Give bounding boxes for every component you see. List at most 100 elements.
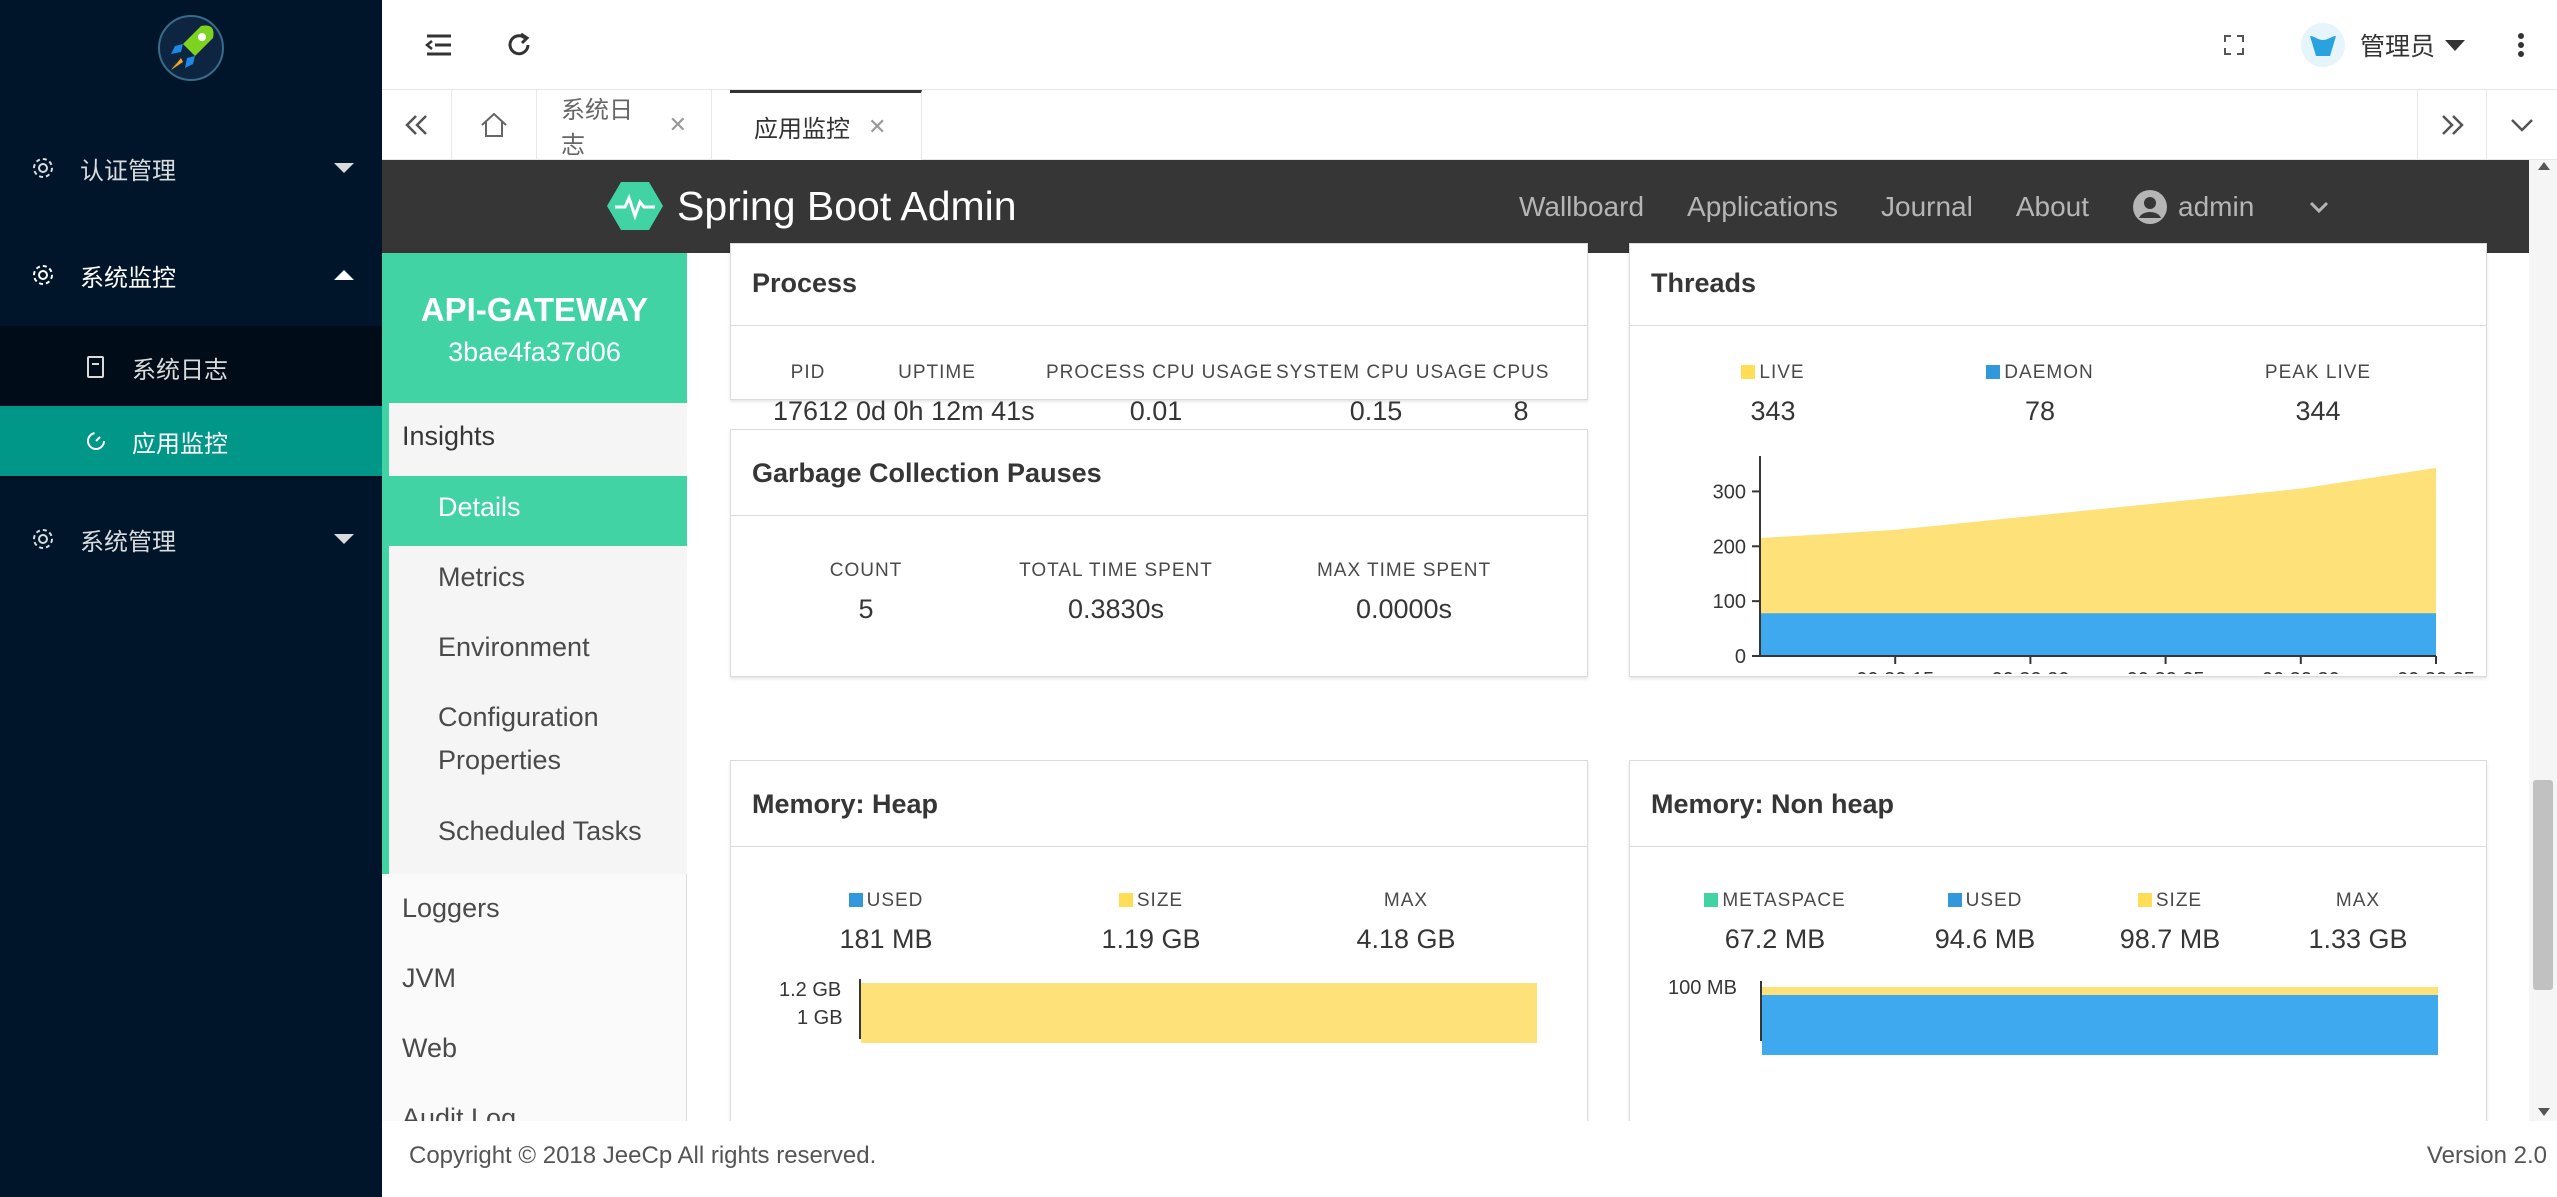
submenu-monitor: 系统日志 应用监控: [0, 326, 382, 478]
y-tick-label: 100: [1713, 591, 1746, 613]
sba-brand[interactable]: Spring Boot Admin: [607, 180, 1017, 232]
sba-user-menu[interactable]: admin: [2132, 189, 2329, 225]
x-tick-label: 00:32:15: [1856, 669, 1934, 674]
refresh-icon[interactable]: [502, 28, 536, 62]
sidebar-item-appmonitor[interactable]: 应用监控: [0, 406, 382, 476]
stat-gc-count: COUNT 5: [829, 560, 903, 624]
tabs-scroll-left-icon[interactable]: [382, 90, 452, 160]
nav-applications[interactable]: Applications: [1687, 191, 1838, 223]
home-icon[interactable]: [452, 90, 537, 160]
nav-wallboard[interactable]: Wallboard: [1519, 191, 1644, 223]
scrollbar[interactable]: [2529, 160, 2557, 1121]
user-avatar-icon: [2301, 23, 2345, 67]
stat-heap-size: SIZE 1.19 GB: [1101, 890, 1201, 954]
tab-bar: 系统日志 ✕ 应用监控 ✕: [382, 90, 2557, 160]
threads-card: Threads LIVE 343 DAEMON 78 PEAK LIVE 344 0 1…: [1629, 243, 2487, 677]
card-title: Memory: Non heap: [1630, 761, 2486, 847]
app: 认证管理 系统监控 系统日志 应用监控 系统管理 管理员 系统日志 ✕ 应用监控…: [0, 0, 2557, 1197]
sidebar-item-label: 系统日志: [132, 356, 228, 384]
user-name: 管理员: [2360, 33, 2436, 61]
stat-metaspace: METASPACE 67.2 MB: [1700, 890, 1850, 955]
sba-sidebar: API-GATEWAY 3bae4fa37d06 Insights Detail…: [382, 253, 687, 1121]
gear-icon: [30, 526, 56, 552]
stat-cpus: CPUS 8: [1492, 362, 1550, 426]
sidebar-item-loggers[interactable]: Loggers: [402, 893, 707, 924]
series-area-daemon: [1760, 613, 2436, 656]
stat-process-cpu: PROCESS CPU USAGE 0.01: [1046, 362, 1274, 426]
threads-area-chart: 0 100 200 300 00:32:15 00:32:20 00:32:25 00:32:…: [1713, 456, 2475, 674]
sba-frame: Spring Boot Admin Wallboard Applications…: [382, 160, 2529, 1121]
file-icon: [84, 355, 108, 379]
card-title: Garbage Collection Pauses: [731, 430, 1587, 516]
close-icon[interactable]: ✕: [669, 112, 687, 138]
nav-journal[interactable]: Journal: [1881, 191, 1973, 223]
version: Version 2.0: [2426, 1142, 2547, 1169]
caret-up-icon: [334, 270, 354, 280]
instance-header: API-GATEWAY 3bae4fa37d06: [382, 253, 687, 403]
nonheap-card: Memory: Non heap METASPACE 67.2 MB USED 94…: [1629, 760, 2487, 1121]
sidebar-item-label: 应用监控: [132, 430, 228, 458]
menu-item-monitor[interactable]: 系统监控: [0, 232, 382, 318]
user-menu[interactable]: 管理员: [2300, 22, 2466, 68]
sba-navbar: Spring Boot Admin Wallboard Applications…: [382, 160, 2529, 253]
scroll-up-icon[interactable]: [2538, 162, 2550, 170]
tabs-scroll-right-icon[interactable]: [2417, 90, 2487, 160]
heap-card: Memory: Heap USED 181 MB SIZE 1.19 GB MAX 4…: [730, 760, 1588, 1121]
tabs-dropdown-icon[interactable]: [2487, 90, 2557, 160]
app-name: API-GATEWAY: [420, 291, 649, 328]
menu-item-label: 认证管理: [80, 157, 176, 185]
sba-title: Spring Boot Admin: [677, 182, 1017, 229]
rocket-logo-icon[interactable]: [155, 12, 227, 84]
sidebar-item-audit[interactable]: Audit Log: [402, 1103, 707, 1121]
heap-ytick: 1.2 GB: [779, 979, 842, 1001]
dashboard-icon: [84, 429, 108, 453]
menu-item-auth[interactable]: 认证管理: [0, 125, 382, 211]
stat-gc-total: TOTAL TIME SPENT 0.3830s: [1019, 560, 1213, 624]
x-tick-label: 00:32:35: [2397, 669, 2475, 674]
sidebar-item-jvm[interactable]: JVM: [402, 963, 707, 994]
stat-nonheap-max: MAX 1.33 GB: [2308, 890, 2408, 954]
sidebar: 认证管理 系统监控 系统日志 应用监控 系统管理: [0, 0, 382, 1197]
x-tick-label: 00:32:30: [2262, 669, 2340, 674]
sba-logo-icon: [607, 182, 663, 230]
stat-heap-max: MAX 4.18 GB: [1356, 890, 1456, 954]
caret-down-icon: [334, 534, 354, 544]
instance-id: 3bae4fa37d06: [448, 337, 621, 367]
tab-label: 系统日志: [561, 97, 633, 159]
sidebar-item-insights[interactable]: Insights: [402, 421, 707, 452]
sidebar-item-syslog[interactable]: 系统日志: [0, 332, 382, 402]
heap-size-area: [861, 983, 1537, 1043]
heap-ytick2: 1 GB: [797, 1007, 843, 1029]
close-icon[interactable]: ✕: [868, 114, 886, 140]
stat-nonheap-size: SIZE 98.7 MB: [2119, 890, 2221, 954]
footer: Copyright © 2018 JeeCp All rights reserv…: [382, 1121, 2557, 1197]
menu-item-system[interactable]: 系统管理: [0, 496, 382, 582]
gear-icon: [30, 262, 56, 288]
process-card: Process PID 17612 UPTIME 0d 0h 12m 41s PRO…: [730, 243, 1588, 426]
y-tick-label: 300: [1713, 481, 1746, 503]
details-main: Process PID 17612 UPTIME 0d 0h 12m 41s PRO…: [687, 243, 2529, 1121]
stat-uptime: UPTIME 0d 0h 12m 41s: [856, 362, 1035, 426]
stat-gc-max: MAX TIME SPENT 0.0000s: [1316, 560, 1492, 624]
fullscreen-icon[interactable]: [2217, 28, 2251, 62]
chevron-down-icon: [2310, 201, 2329, 213]
menu-item-label: 系统管理: [80, 528, 176, 556]
scroll-down-icon[interactable]: [2538, 1108, 2550, 1116]
caret-down-icon: [334, 163, 354, 173]
tab-appmonitor[interactable]: 应用监控 ✕: [730, 90, 922, 160]
menu-item-label: 系统监控: [80, 264, 176, 292]
gc-card: Garbage Collection Pauses COUNT 5 TOTAL T…: [730, 429, 1588, 677]
tab-label: 应用监控: [754, 116, 850, 143]
tab-syslog[interactable]: 系统日志 ✕: [537, 90, 712, 160]
stat-system-cpu: SYSTEM CPU USAGE 0.15: [1276, 362, 1488, 426]
scrollbar-thumb[interactable]: [2533, 780, 2553, 990]
x-tick-label: 00:32:20: [1991, 669, 2069, 674]
menu-fold-icon[interactable]: [422, 28, 456, 62]
stat-threads-peak: PEAK LIVE 344: [2264, 362, 2372, 426]
sidebar-item-web[interactable]: Web: [402, 1033, 707, 1064]
more-vertical-icon[interactable]: [2504, 28, 2538, 62]
sba-username: admin: [2178, 190, 2255, 222]
nav-about[interactable]: About: [2016, 191, 2089, 223]
x-tick-label: 00:32:25: [2127, 669, 2205, 674]
caret-down-icon: [2445, 39, 2466, 51]
